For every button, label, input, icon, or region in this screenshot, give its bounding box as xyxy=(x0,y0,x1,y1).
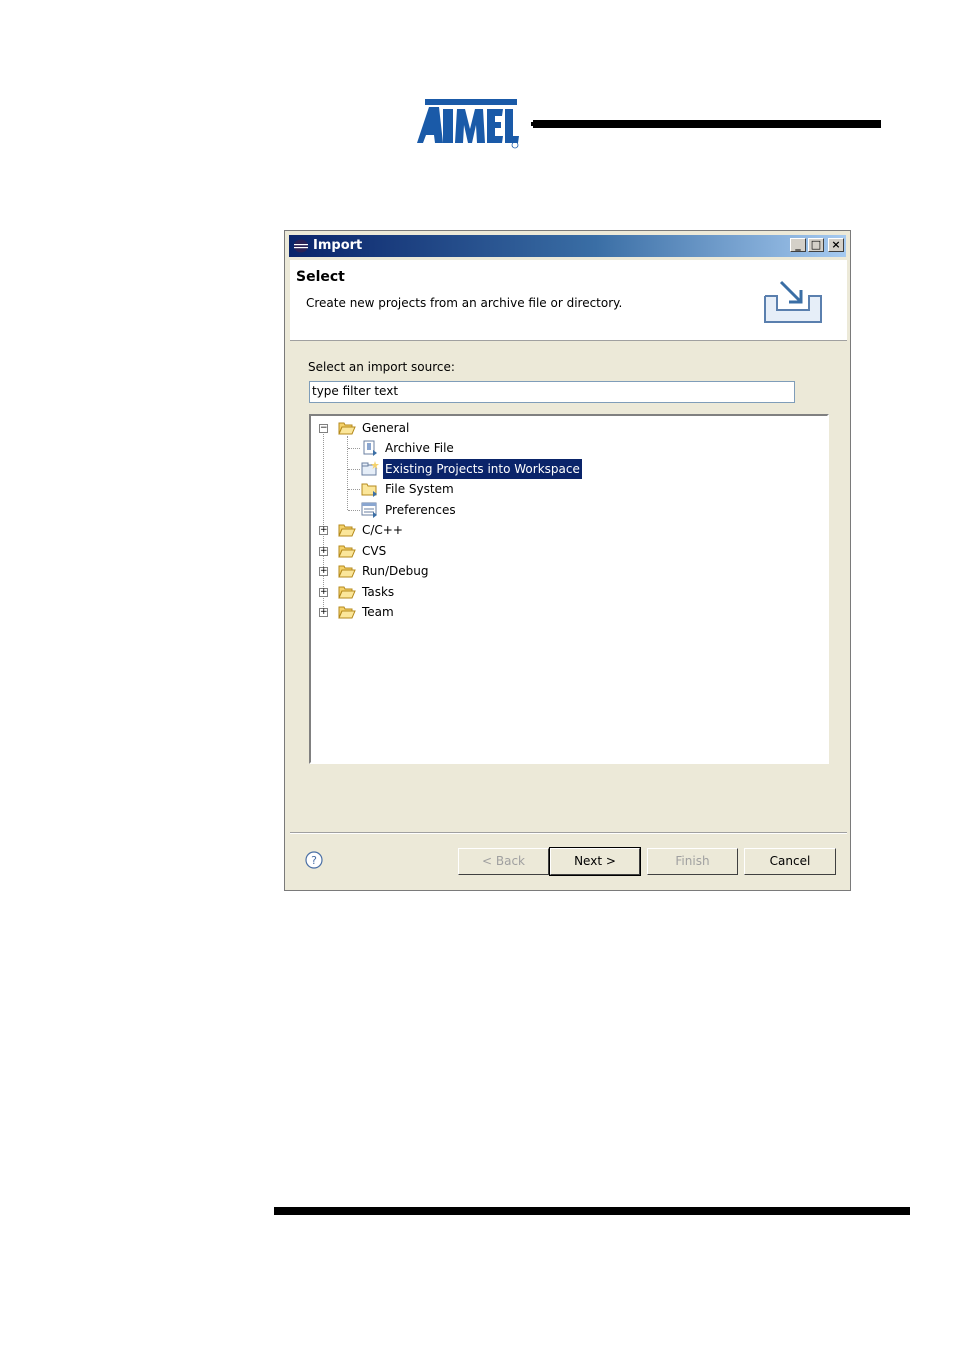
open-folder-icon xyxy=(338,422,356,435)
expand-icon[interactable]: + xyxy=(319,567,328,576)
open-folder-icon xyxy=(338,524,356,537)
filter-input[interactable]: type filter text xyxy=(309,381,795,403)
atmel-logo xyxy=(417,99,519,149)
tree-connector xyxy=(348,489,360,490)
help-icon[interactable]: ? xyxy=(305,851,323,869)
next-button[interactable]: Next > xyxy=(549,847,641,876)
tree-item-label: C/C++ xyxy=(362,523,403,537)
back-button[interactable]: < Back xyxy=(458,848,549,875)
tree-item-label: Archive File xyxy=(385,441,454,455)
button-bar-separator xyxy=(290,832,847,834)
tree-item-label: Team xyxy=(362,605,394,619)
maximize-button[interactable]: □ xyxy=(808,238,824,252)
eclipse-icon xyxy=(294,239,308,253)
collapse-icon[interactable]: − xyxy=(319,424,328,433)
page-title: Select xyxy=(296,269,345,285)
project-folder-icon xyxy=(361,461,379,476)
tree-item-label: Preferences xyxy=(385,503,456,517)
folder-icon xyxy=(361,483,377,497)
tree-item-label: General xyxy=(362,421,410,435)
dialog-title: Import xyxy=(313,238,363,253)
expand-icon[interactable]: + xyxy=(319,608,328,617)
filter-label: Select an import source: xyxy=(308,360,455,374)
close-button[interactable]: × xyxy=(828,238,844,252)
dialog-titlebar[interactable]: Import _ □ × xyxy=(289,235,846,257)
tree-item-label: CVS xyxy=(362,544,387,558)
svg-text:?: ? xyxy=(311,854,317,867)
expand-icon[interactable]: + xyxy=(319,588,328,597)
tree-item-label: Existing Projects into Workspace xyxy=(383,459,582,479)
archive-file-icon xyxy=(363,440,377,456)
expand-icon[interactable]: + xyxy=(319,526,328,535)
page-description: Create new projects from an archive file… xyxy=(306,296,623,310)
import-dialog: Import _ □ × Select Create new projects … xyxy=(284,230,851,891)
tree-connector xyxy=(348,448,360,449)
preferences-icon xyxy=(361,502,377,518)
open-folder-icon xyxy=(338,545,356,558)
tree-connector xyxy=(348,469,360,470)
tree-item-label: Run/Debug xyxy=(362,564,429,578)
expand-icon[interactable]: + xyxy=(319,547,328,556)
open-folder-icon xyxy=(338,606,356,619)
finish-button[interactable]: Finish xyxy=(647,848,738,875)
minimize-button[interactable]: _ xyxy=(790,238,806,252)
footer-rule xyxy=(274,1207,910,1215)
header-rule xyxy=(531,120,881,128)
open-folder-icon xyxy=(338,565,356,578)
tree-connector xyxy=(348,510,360,511)
tree-item-label: Tasks xyxy=(362,585,395,599)
import-source-tree[interactable]: − General Archive File Existing Projects… xyxy=(309,414,829,764)
import-wizard-icon xyxy=(764,280,822,323)
cancel-button[interactable]: Cancel xyxy=(744,848,836,875)
open-folder-icon xyxy=(338,586,356,599)
tree-item-label: File System xyxy=(385,482,454,496)
wizard-header: Select Create new projects from an archi… xyxy=(290,260,847,341)
